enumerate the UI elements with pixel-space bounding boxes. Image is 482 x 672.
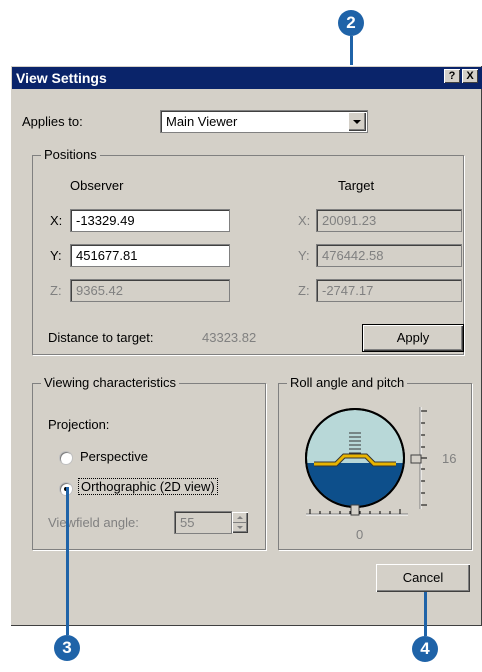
distance-label: Distance to target: <box>48 330 154 345</box>
applies-to-label: Applies to: <box>22 114 83 129</box>
pitch-value: 16 <box>442 451 457 466</box>
target-y-input: 476442.58 <box>316 244 462 267</box>
observer-z-input: 9365.42 <box>70 279 230 302</box>
observer-x-label: X: <box>50 213 63 228</box>
chevron-down-icon <box>353 120 361 124</box>
apply-button[interactable]: Apply <box>362 324 464 352</box>
target-x-input: 20091.23 <box>316 209 462 232</box>
target-header: Target <box>338 178 375 193</box>
target-y-label: Y: <box>298 248 310 263</box>
distance-value: 43323.82 <box>202 330 257 345</box>
help-button[interactable]: ? <box>444 69 460 83</box>
viewfield-spinner <box>232 512 248 533</box>
orthographic-label: Orthographic (2D view) <box>78 478 218 495</box>
window-title: View Settings <box>16 70 107 86</box>
close-button[interactable]: X <box>462 69 478 83</box>
spinner-arrows-icon <box>233 516 247 529</box>
pitch-scale <box>410 407 427 509</box>
perspective-label: Perspective <box>80 449 148 464</box>
viewfield-angle-input: 55 <box>174 511 232 534</box>
roll-scale <box>306 504 408 516</box>
view-settings-dialog: View Settings ? X Applies to: Main Viewe… <box>10 65 482 626</box>
target-z-input: -2747.17 <box>316 279 462 302</box>
observer-y-input[interactable]: 451677.81 <box>70 244 230 267</box>
pitch-ladder <box>349 432 361 458</box>
callout-3-line <box>66 487 69 635</box>
callout-4-line <box>424 592 427 636</box>
roll-slider-thumb[interactable] <box>350 504 360 516</box>
target-x-label: X: <box>298 213 311 228</box>
observer-x-input[interactable]: -13329.49 <box>70 209 230 232</box>
callout-4: 4 <box>412 636 438 662</box>
cancel-button[interactable]: Cancel <box>376 564 470 592</box>
positions-legend: Positions <box>41 147 100 162</box>
viewing-characteristics-legend: Viewing characteristics <box>41 375 179 390</box>
dropdown-arrow-button[interactable] <box>348 112 366 131</box>
target-z-label: Z: <box>298 283 310 298</box>
projection-label: Projection: <box>48 417 110 432</box>
applies-to-value: Main Viewer <box>166 114 238 129</box>
roll-angle-pitch-legend: Roll angle and pitch <box>287 375 408 390</box>
viewfield-angle-label: Viewfield angle: <box>48 515 139 530</box>
roll-value: 0 <box>356 527 364 542</box>
observer-header: Observer <box>70 178 124 193</box>
observer-y-label: Y: <box>50 248 62 263</box>
callout-3: 3 <box>54 635 80 661</box>
attitude-indicator[interactable] <box>290 391 465 543</box>
callout-2: 2 <box>338 10 364 36</box>
applies-to-dropdown[interactable]: Main Viewer <box>160 110 368 133</box>
observer-z-label: Z: <box>50 283 62 298</box>
title-bar: View Settings <box>12 67 482 89</box>
pitch-slider-thumb[interactable] <box>410 454 422 464</box>
perspective-radio[interactable] <box>60 452 72 464</box>
